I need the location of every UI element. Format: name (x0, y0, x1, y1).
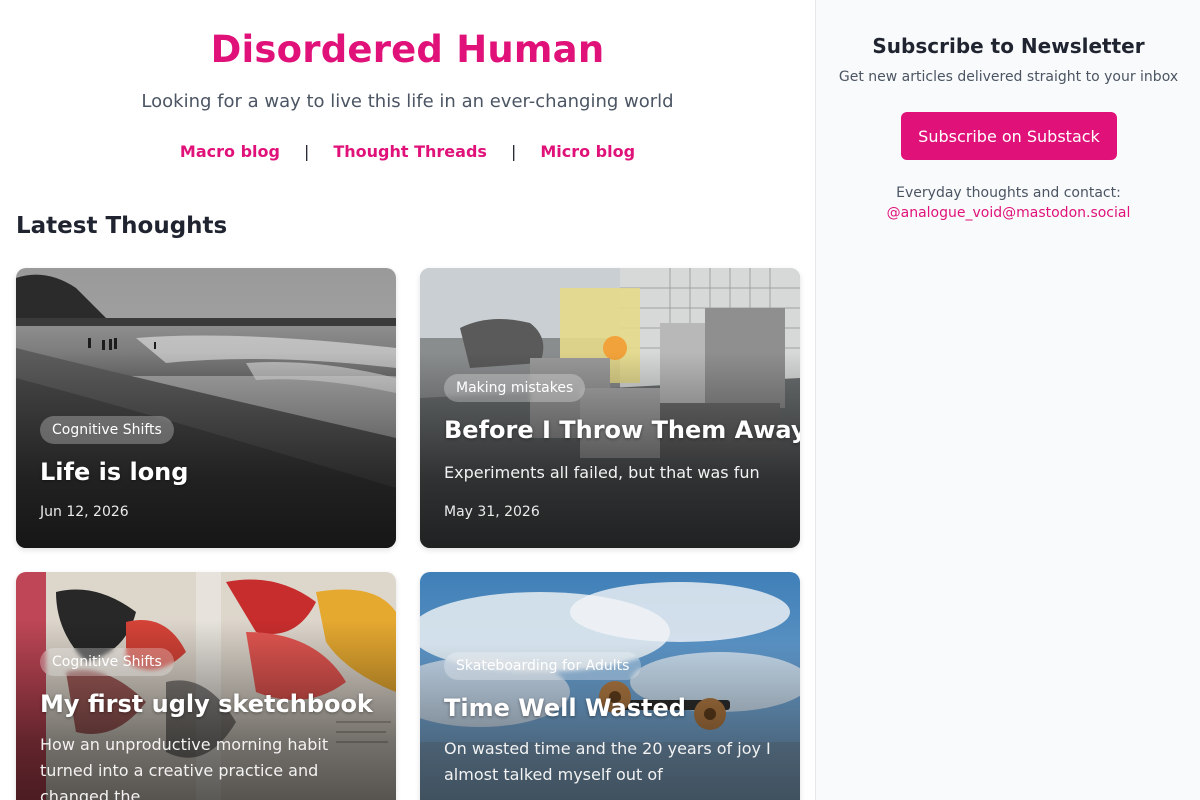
main-content: Disordered Human Looking for a way to li… (0, 0, 815, 800)
main-nav: Macro blog | Thought Threads | Micro blog (0, 142, 815, 161)
card-date: May 31, 2026 (444, 504, 540, 520)
card-content: Cognitive Shifts Life is long Jun 12, 20… (40, 416, 376, 520)
card-content: Cognitive Shifts My first ugly sketchboo… (40, 648, 376, 800)
nav-link-macro-blog[interactable]: Macro blog (180, 142, 280, 161)
category-badge[interactable]: Skateboarding for Adults (444, 652, 642, 680)
section-title: Latest Thoughts (16, 213, 228, 239)
card-subtitle: Experiments all failed, but that was fun (444, 463, 760, 482)
article-card-before-i-throw-them-away[interactable]: Making mistakes Before I Throw Them Away… (420, 268, 800, 548)
nav-separator: | (303, 142, 310, 161)
nav-link-micro-blog[interactable]: Micro blog (540, 142, 635, 161)
newsletter-title: Subscribe to Newsletter (872, 34, 1145, 58)
nav-link-thought-threads[interactable]: Thought Threads (333, 142, 487, 161)
card-subtitle: On wasted time and the 20 years of joy I… (444, 739, 771, 784)
card-content: Making mistakes Before I Throw Them Away… (444, 374, 800, 520)
contact-label: Everyday thoughts and contact: (896, 185, 1121, 201)
site-title[interactable]: Disordered Human (0, 28, 815, 71)
category-badge[interactable]: Cognitive Shifts (40, 648, 174, 676)
card-title[interactable]: Life is long (40, 458, 376, 486)
article-card-my-first-ugly-sketchbook[interactable]: Cognitive Shifts My first ugly sketchboo… (16, 572, 396, 800)
article-card-time-well-wasted[interactable]: Skateboarding for Adults Time Well Waste… (420, 572, 800, 800)
subscribe-button[interactable]: Subscribe on Substack (901, 112, 1117, 160)
newsletter-subtitle: Get new articles delivered straight to y… (838, 69, 1179, 85)
card-content: Skateboarding for Adults Time Well Waste… (444, 652, 780, 788)
card-subtitle: How an unproductive morning habit turned… (40, 735, 329, 800)
nav-separator: | (510, 142, 517, 161)
category-badge[interactable]: Making mistakes (444, 374, 586, 402)
article-card-life-is-long[interactable]: Cognitive Shifts Life is long Jun 12, 20… (16, 268, 396, 548)
card-title[interactable]: Before I Throw Them Away (444, 416, 800, 444)
site-tagline: Looking for a way to live this life in a… (141, 91, 674, 112)
card-title[interactable]: Time Well Wasted (444, 694, 780, 722)
sidebar: Subscribe to Newsletter Get new articles… (815, 0, 1200, 800)
mastodon-contact-link[interactable]: @analogue_void@mastodon.social (816, 205, 1200, 221)
card-title[interactable]: My first ugly sketchbook (40, 690, 376, 718)
card-date: Jun 12, 2026 (40, 504, 129, 520)
category-badge[interactable]: Cognitive Shifts (40, 416, 174, 444)
